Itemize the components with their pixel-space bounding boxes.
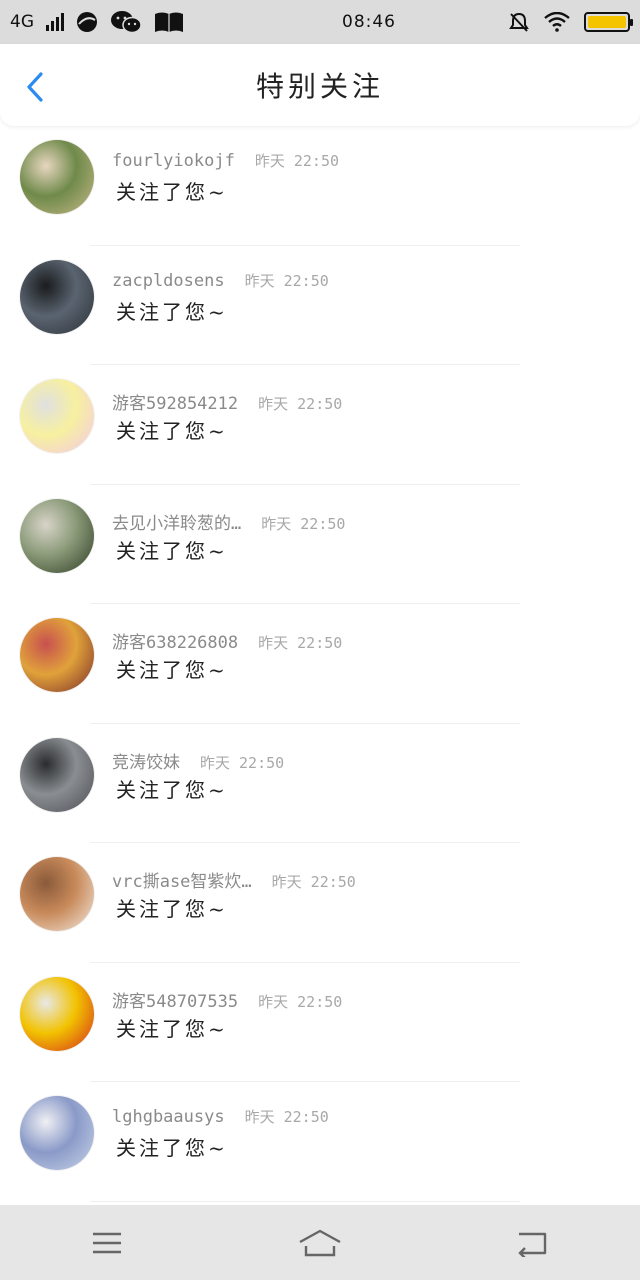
timestamp: 昨天 22:50 (258, 395, 343, 413)
header: 特别关注 (0, 44, 640, 126)
list-item[interactable]: lghgbaausys 昨天 22:50 关注了您~ (0, 1082, 640, 1202)
avatar[interactable] (20, 618, 94, 692)
message-text: 关注了您~ (116, 538, 228, 563)
item-meta: 游客592854212 昨天 22:50 (112, 389, 342, 414)
wifi-icon (544, 12, 570, 32)
message-text: 关注了您~ (116, 658, 228, 682)
network-label: 4G (10, 12, 34, 32)
mute-icon (509, 12, 529, 32)
status-time: 08:46 (342, 12, 396, 32)
home-button[interactable] (280, 1213, 360, 1273)
list-item[interactable]: 游客592854212 昨天 22:50 关注了您~ (0, 365, 640, 485)
menu-icon (92, 1232, 121, 1253)
timestamp: 昨天 22:50 (258, 634, 343, 652)
avatar[interactable] (20, 1096, 94, 1170)
timestamp: 昨天 22:50 (261, 514, 346, 533)
timestamp: 昨天 22:50 (200, 753, 285, 772)
item-meta: 游客548707535 昨天 22:50 (112, 987, 342, 1012)
username[interactable]: 游客548707535 (112, 987, 238, 1012)
status-right (508, 11, 633, 33)
list-item[interactable]: 游客548707535 昨天 22:50 关注了您~ (0, 963, 640, 1082)
list-item[interactable]: 游客638226808 昨天 22:50 关注了您~ (0, 604, 640, 724)
nav-bar (0, 1205, 640, 1280)
username[interactable]: lghgbaausys (112, 1107, 225, 1127)
username[interactable]: 游客638226808 (112, 628, 238, 653)
message-text: 关注了您~ (116, 777, 228, 802)
avatar[interactable] (20, 737, 94, 812)
avatar[interactable] (20, 857, 94, 931)
avatar[interactable] (20, 379, 94, 453)
username[interactable]: fourlyiokojf (112, 151, 235, 171)
item-meta: 游客638226808 昨天 22:50 (112, 628, 342, 653)
avatar[interactable] (20, 498, 94, 573)
page-title: 特别关注 (255, 70, 384, 103)
message-text: 关注了您~ (116, 1016, 228, 1041)
back-icon (518, 1232, 547, 1257)
list-item[interactable]: fourlyiokojf 昨天 22:50 关注了您~ (0, 126, 640, 246)
timestamp: 昨天 22:50 (254, 152, 340, 170)
avatar[interactable] (20, 259, 94, 334)
list-item[interactable]: 去见小洋聆葱的… 昨天 22:50 关注了您~ (0, 485, 640, 604)
username[interactable]: 去见小洋聆葱的… (112, 509, 241, 534)
message-text: 关注了您~ (116, 897, 228, 921)
timestamp: 昨天 22:50 (271, 873, 356, 891)
menu-button[interactable] (67, 1213, 147, 1273)
back-nav-button[interactable] (493, 1213, 573, 1273)
item-meta: vrc撕ase智紫炊… 昨天 22:50 (112, 867, 356, 892)
username[interactable]: 竞涛饺妹 (112, 748, 180, 773)
battery-icon (584, 12, 633, 32)
list-item[interactable]: zacpldosens 昨天 22:50 关注了您~ (0, 246, 640, 365)
signal-icon (46, 13, 64, 31)
message-text: 关注了您~ (116, 1136, 228, 1160)
home-icon (299, 1229, 341, 1256)
timestamp: 昨天 22:50 (244, 1108, 329, 1126)
avatar[interactable] (20, 976, 94, 1051)
status-bar: 4G 08:46 (0, 0, 640, 44)
back-button[interactable] (18, 70, 52, 104)
message-text: 关注了您~ (116, 299, 228, 324)
timestamp: 昨天 22:50 (244, 271, 329, 290)
item-meta: 去见小洋聆葱的… 昨天 22:50 (112, 509, 345, 534)
follow-list: fourlyiokojf 昨天 22:50 关注了您~ zacpldosens 昨天 2… (0, 126, 640, 1202)
divider (90, 1200, 520, 1202)
chevron-left-icon (27, 72, 43, 102)
username[interactable]: vrc撕ase智紫炊… (112, 867, 252, 892)
timestamp: 昨天 22:50 (258, 992, 343, 1011)
message-text: 关注了您~ (116, 180, 228, 204)
book-icon (155, 12, 183, 32)
list-item[interactable]: vrc撕ase智紫炊… 昨天 22:50 关注了您~ (0, 843, 640, 963)
browser-icon (77, 12, 97, 32)
item-meta: fourlyiokojf 昨天 22:50 (112, 150, 339, 171)
wechat-icon (111, 11, 142, 34)
item-meta: zacpldosens 昨天 22:50 (112, 270, 329, 291)
item-meta: lghgbaausys 昨天 22:50 (112, 1106, 329, 1127)
username[interactable]: zacpldosens (112, 271, 225, 291)
username[interactable]: 游客592854212 (112, 389, 238, 414)
message-text: 关注了您~ (116, 419, 228, 443)
list-item[interactable]: 竞涛饺妹 昨天 22:50 关注了您~ (0, 724, 640, 843)
avatar[interactable] (20, 140, 94, 214)
item-meta: 竞涛饺妹 昨天 22:50 (112, 748, 284, 773)
